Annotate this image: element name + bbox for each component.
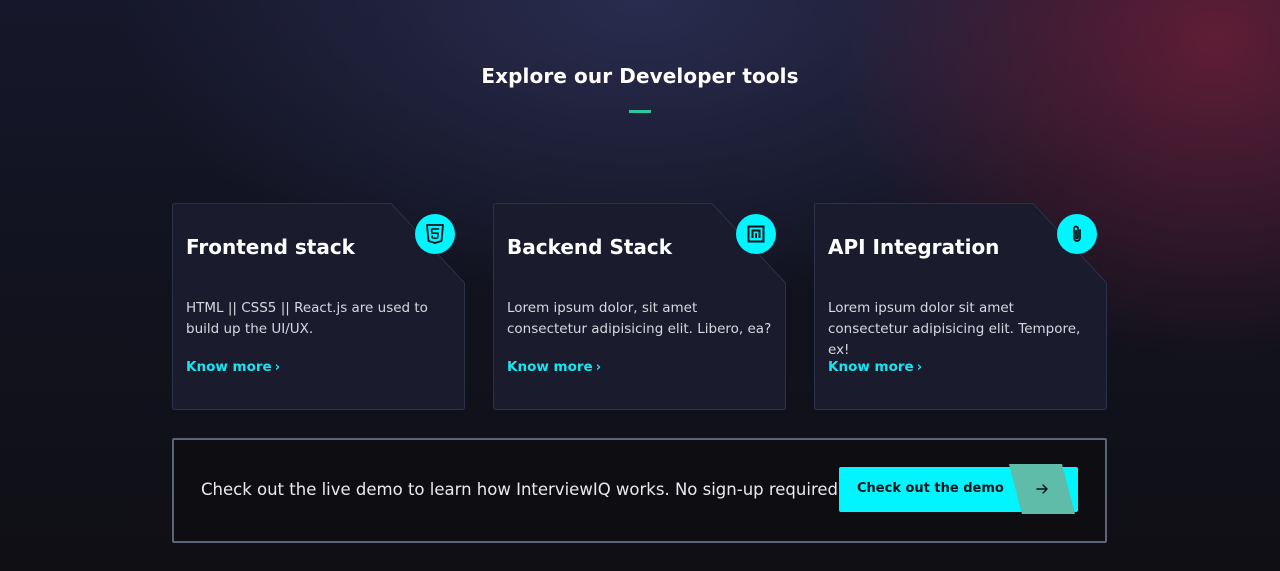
demo-text: Check out the live demo to learn how Int… [201,480,845,499]
know-more-label: Know more [507,359,593,375]
demo-banner: Check out the live demo to learn how Int… [172,438,1107,543]
chevron-right-icon: › [916,360,923,375]
card-frontend-stack: Frontend stack HTML || CSS5 || React.js … [172,203,465,410]
paperclip-icon [1057,214,1097,254]
card-title: Frontend stack [186,235,355,259]
card-description: HTML || CSS5 || React.js are used to bui… [186,300,428,337]
check-out-demo-button[interactable]: Check out the demo [839,464,1078,514]
html5-icon [415,214,455,254]
chevron-right-icon: › [595,360,602,375]
section-header: Explore our Developer tools [0,62,1280,113]
chevron-right-icon: › [274,360,281,375]
card-title: Backend Stack [507,235,673,259]
card-description: Lorem ipsum dolor sit amet consectetur a… [828,300,1081,358]
card-description: Lorem ipsum dolor, sit amet consectetur … [507,300,772,337]
title-underline [629,110,651,113]
demo-button-label: Check out the demo [857,481,1004,496]
know-more-link[interactable]: Know more › [507,359,601,375]
section-title: Explore our Developer tools [481,64,799,88]
know-more-link[interactable]: Know more › [186,359,280,375]
card-backend-stack: Backend Stack Lorem ipsum dolor, sit ame… [493,203,786,410]
arrow-right-icon [1036,484,1048,494]
card-title: API Integration [828,235,1000,259]
know-more-label: Know more [186,359,272,375]
know-more-link[interactable]: Know more › [828,359,922,375]
know-more-label: Know more [828,359,914,375]
card-api-integration: API Integration Lorem ipsum dolor sit am… [814,203,1107,410]
nodejs-icon [736,214,776,254]
